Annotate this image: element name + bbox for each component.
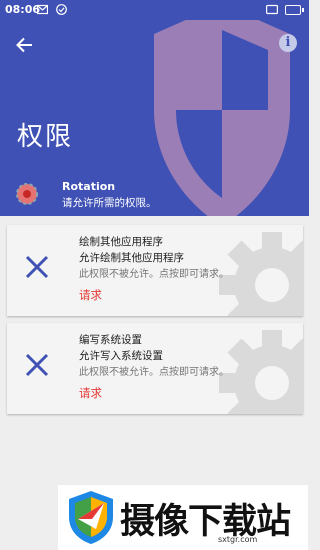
permission-card-write-settings[interactable]: 编写系统设置 允许写入系统设置 此权限不被允许。点按即可请求。 请求 — [7, 323, 303, 414]
permission-status: 此权限不被允许。点按即可请求。 — [79, 269, 229, 280]
app-icon — [16, 183, 38, 205]
gear-icon — [219, 232, 303, 316]
info-icon[interactable]: i — [279, 34, 297, 52]
shield-icon — [154, 20, 290, 216]
check-circle-icon — [56, 4, 67, 15]
status-time: 08:06 — [5, 3, 41, 16]
watermark-banner: 摄像下载站 sxtgr.com — [58, 485, 308, 550]
watermark-url: sxtgr.com — [218, 535, 258, 544]
notification-icon — [37, 4, 48, 15]
header: i 权限 Rotation 请允许所需的权限。 — [0, 20, 309, 216]
arrow-back-icon[interactable] — [14, 34, 36, 56]
status-bar: 08:06 — [0, 0, 309, 20]
app-name: Rotation — [62, 180, 116, 193]
app-description: 请允许所需的权限。 — [62, 197, 157, 209]
request-button[interactable]: 请求 — [79, 385, 102, 401]
permission-card-overlay[interactable]: 绘制其他应用程序 允许绘制其他应用程序 此权限不被允许。点按即可请求。 请求 — [7, 225, 303, 316]
battery-icon — [285, 5, 304, 15]
request-button[interactable]: 请求 — [79, 287, 102, 303]
permission-title: 编写系统设置 — [79, 334, 142, 346]
screen-icon — [266, 4, 278, 15]
gear-icon — [219, 330, 303, 414]
watermark-brand: 摄像下载站 — [120, 502, 291, 542]
permission-subtitle: 允许绘制其他应用程序 — [79, 252, 184, 264]
permission-title: 绘制其他应用程序 — [79, 236, 163, 248]
permission-subtitle: 允许写入系统设置 — [79, 350, 163, 362]
permission-status: 此权限不被允许。点按即可请求。 — [79, 367, 229, 378]
logo-icon — [69, 491, 113, 544]
close-icon — [25, 255, 49, 279]
close-icon — [25, 353, 49, 377]
page-title: 权限 — [17, 122, 74, 152]
